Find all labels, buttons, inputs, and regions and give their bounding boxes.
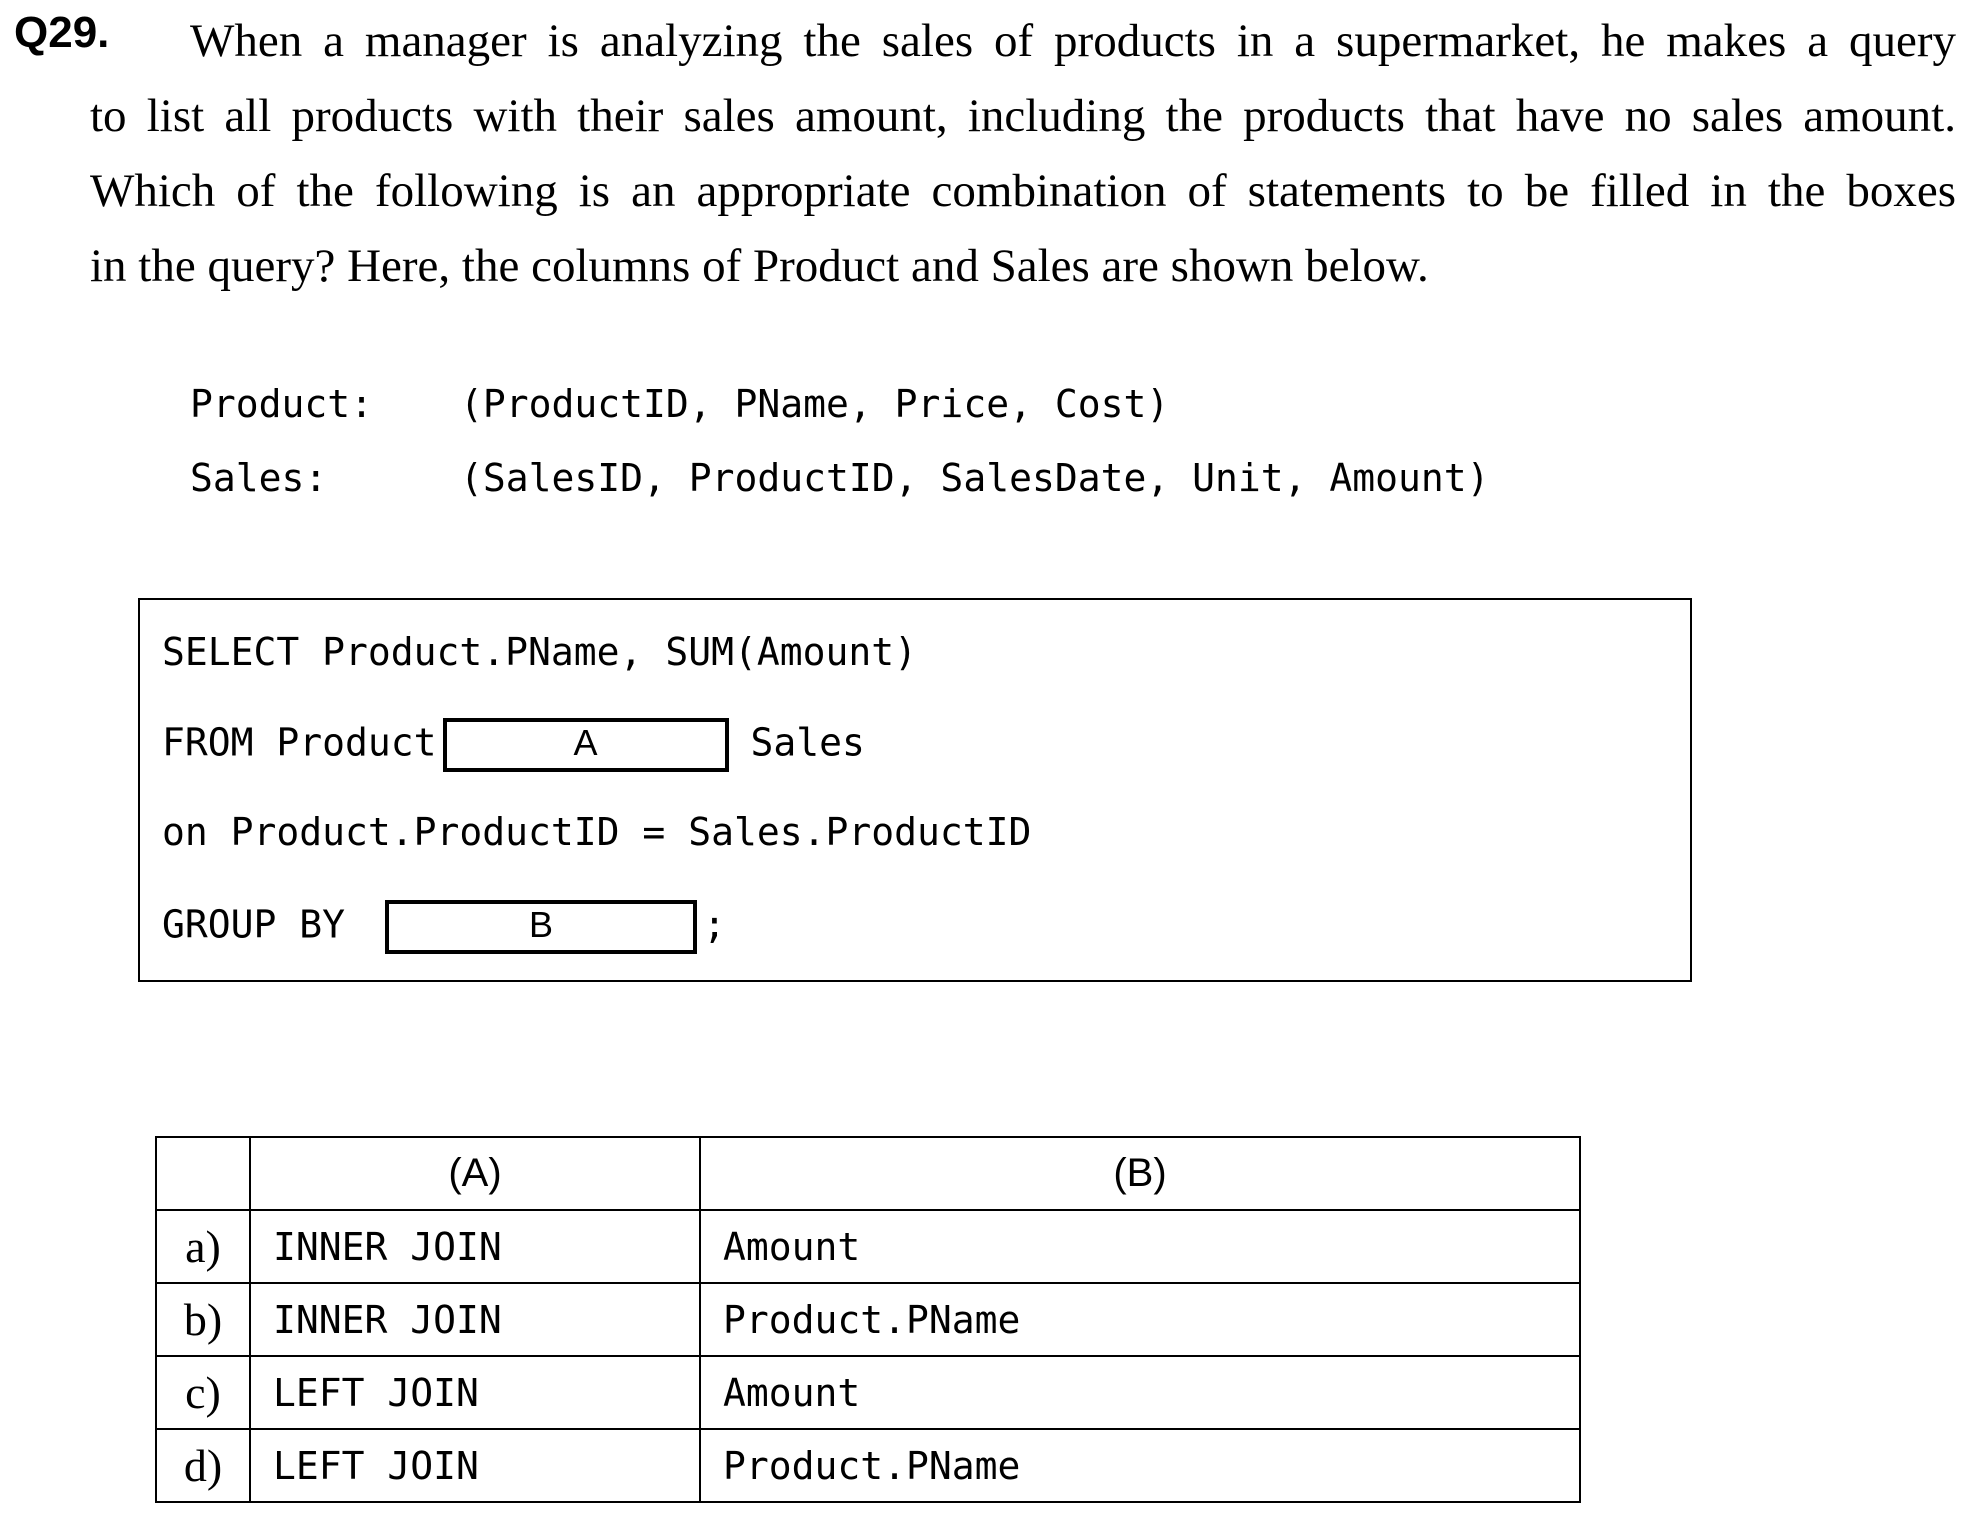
option-label: c): [155, 1355, 251, 1430]
header-option: [155, 1136, 251, 1211]
schema-sales-name: Sales:: [190, 456, 328, 500]
schema-product-columns: (ProductID, PName, Price, Cost): [460, 382, 1170, 426]
question-line-1: When a manager is analyzing the sales of…: [190, 15, 1956, 67]
question-line-2: to list all products with their sales am…: [90, 90, 1956, 142]
header-b: (B): [699, 1136, 1581, 1211]
option-b-value: Product.PName: [699, 1282, 1581, 1357]
option-label: b): [155, 1282, 251, 1357]
sql-from-line: FROM Product A Sales: [162, 718, 865, 772]
option-label: a): [155, 1209, 251, 1284]
sql-group-line: GROUP BY B;: [162, 900, 726, 954]
question-text: When a manager is analyzing the sales of…: [90, 4, 1956, 304]
option-a-value: INNER JOIN: [249, 1209, 701, 1284]
option-b-value: Product.PName: [699, 1428, 1581, 1503]
answer-table: (A) (B) a) INNER JOIN Amount b) INNER JO…: [155, 1136, 1581, 1503]
answer-row-a[interactable]: a) INNER JOIN Amount: [155, 1209, 1581, 1284]
answer-header-row: (A) (B): [155, 1136, 1581, 1211]
option-label: d): [155, 1428, 251, 1503]
schema-product-name: Product:: [190, 382, 374, 426]
answer-row-d[interactable]: d) LEFT JOIN Product.PName: [155, 1428, 1581, 1503]
sql-on-line: on Product.ProductID = Sales.ProductID: [162, 810, 1032, 854]
sql-from-prefix: FROM Product: [162, 720, 437, 765]
answer-row-c[interactable]: c) LEFT JOIN Amount: [155, 1355, 1581, 1430]
answer-row-b[interactable]: b) INNER JOIN Product.PName: [155, 1282, 1581, 1357]
sql-group-prefix: GROUP BY: [162, 902, 346, 947]
schema-sales-columns: (SalesID, ProductID, SalesDate, Unit, Am…: [460, 456, 1490, 500]
option-b-value: Amount: [699, 1355, 1581, 1430]
blank-box-b: B: [385, 900, 698, 954]
option-a-value: LEFT JOIN: [249, 1428, 701, 1503]
schema-product: Product: (ProductID, PName, Price, Cost): [190, 382, 1169, 426]
schema-sales: Sales: (SalesID, ProductID, SalesDate, Un…: [190, 456, 1490, 500]
sql-query-box: SELECT Product.PName, SUM(Amount) FROM P…: [138, 598, 1692, 982]
option-a-value: LEFT JOIN: [249, 1355, 701, 1430]
question-line-4: in the query? Here, the columns of Produ…: [90, 240, 1429, 292]
option-a-value: INNER JOIN: [249, 1282, 701, 1357]
sql-group-suffix: ;: [703, 902, 726, 947]
sql-from-suffix: Sales: [750, 720, 865, 765]
header-a: (A): [249, 1136, 701, 1211]
blank-box-a: A: [442, 718, 729, 772]
sql-select-line: SELECT Product.PName, SUM(Amount): [162, 630, 917, 674]
option-b-value: Amount: [699, 1209, 1581, 1284]
question-line-3: Which of the following is an appropriate…: [90, 165, 1956, 217]
